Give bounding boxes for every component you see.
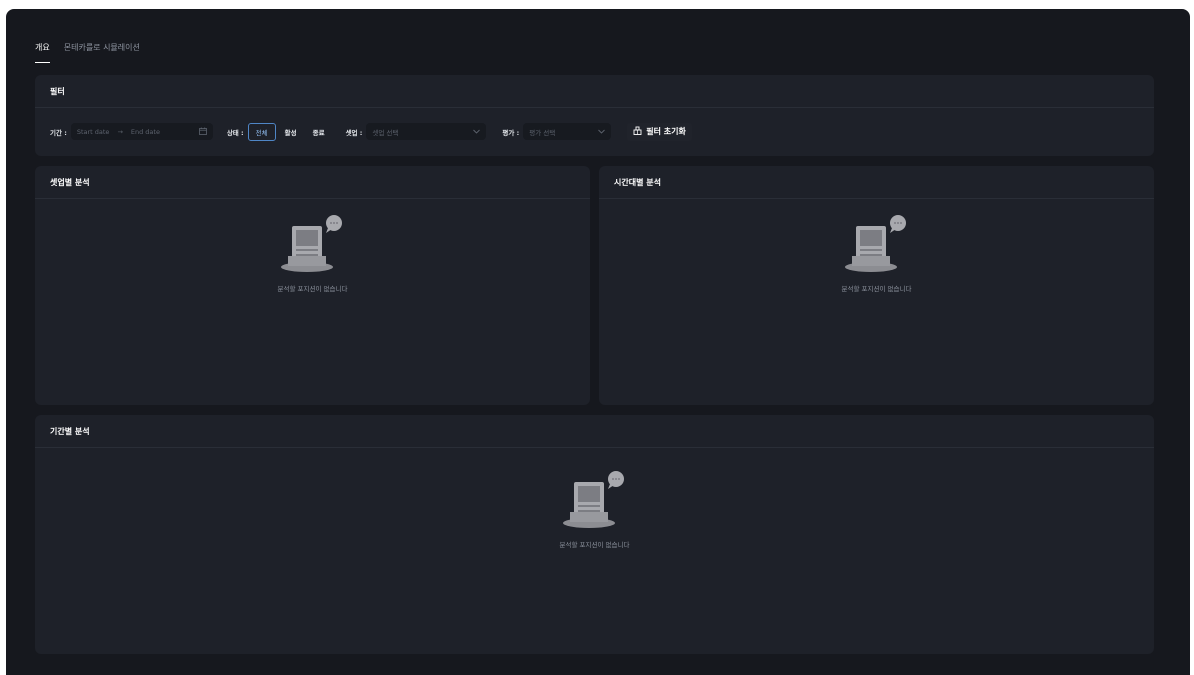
reset-filter-label: 필터 초기화 xyxy=(646,127,686,136)
tab-bar: 개요 몬테카를로 시뮬레이션 xyxy=(35,42,140,63)
period-analysis-panel: 기간별 분석 분석할 포지션이 없습니다 xyxy=(35,415,1154,654)
setup-label: 셋업 : xyxy=(345,128,363,137)
chevron-down-icon xyxy=(473,128,481,136)
empty-state: 분석할 포지션이 없습니다 xyxy=(35,214,590,293)
rating-label: 평가 : xyxy=(502,128,520,137)
period-label: 기간 : xyxy=(50,128,67,137)
time-analysis-title: 시간대별 분석 xyxy=(599,166,1154,199)
chevron-down-icon xyxy=(598,128,606,136)
app-window: 개요 몬테카를로 시뮬레이션 필터 기간 : Start date → End … xyxy=(6,9,1190,675)
time-analysis-panel: 시간대별 분석 분석할 포지션이 없습니다 xyxy=(599,166,1154,405)
empty-state: 분석할 포지션이 없습니다 xyxy=(599,214,1154,293)
status-label: 상태 : xyxy=(226,128,244,137)
rating-select[interactable]: 평가 선택 xyxy=(523,123,612,140)
rating-select-placeholder: 평가 선택 xyxy=(529,128,556,137)
empty-inbox-icon xyxy=(280,214,346,278)
empty-inbox-icon xyxy=(562,470,628,534)
setup-select-placeholder: 셋업 선택 xyxy=(372,128,399,137)
empty-message: 분석할 포지션이 없습니다 xyxy=(277,285,348,293)
status-segmented: 전체 활성 종료 xyxy=(247,122,332,141)
empty-message: 분석할 포지션이 없습니다 xyxy=(841,285,912,293)
date-range-picker[interactable]: Start date → End date xyxy=(70,123,213,140)
setup-select[interactable]: 셋업 선택 xyxy=(366,123,487,140)
setup-analysis-title: 셋업별 분석 xyxy=(35,166,590,199)
reset-filter-button[interactable]: 필터 초기화 xyxy=(627,122,692,141)
empty-inbox-icon xyxy=(844,214,910,278)
tab-overview[interactable]: 개요 xyxy=(35,42,50,63)
status-active[interactable]: 활성 xyxy=(278,123,304,141)
filter-title: 필터 xyxy=(35,75,1154,108)
end-date-input[interactable]: End date xyxy=(131,128,160,136)
reset-icon xyxy=(633,126,642,137)
range-arrow: → xyxy=(117,127,123,136)
period-analysis-title: 기간별 분석 xyxy=(35,415,1154,448)
tab-monte-carlo[interactable]: 몬테카를로 시뮬레이션 xyxy=(64,42,140,63)
start-date-input[interactable]: Start date xyxy=(77,128,110,136)
calendar-icon xyxy=(198,127,207,137)
empty-message: 분석할 포지션이 없습니다 xyxy=(559,541,630,549)
status-closed[interactable]: 종료 xyxy=(306,123,332,141)
filter-row: 기간 : Start date → End date 상태 : 전체 활성 종료… xyxy=(35,108,1154,155)
filter-panel: 필터 기간 : Start date → End date 상태 : 전체 활성… xyxy=(35,75,1154,156)
empty-state: 분석할 포지션이 없습니다 xyxy=(35,470,1154,549)
status-all[interactable]: 전체 xyxy=(247,122,276,141)
setup-analysis-panel: 셋업별 분석 분석할 포지션이 없습니다 xyxy=(35,166,590,405)
